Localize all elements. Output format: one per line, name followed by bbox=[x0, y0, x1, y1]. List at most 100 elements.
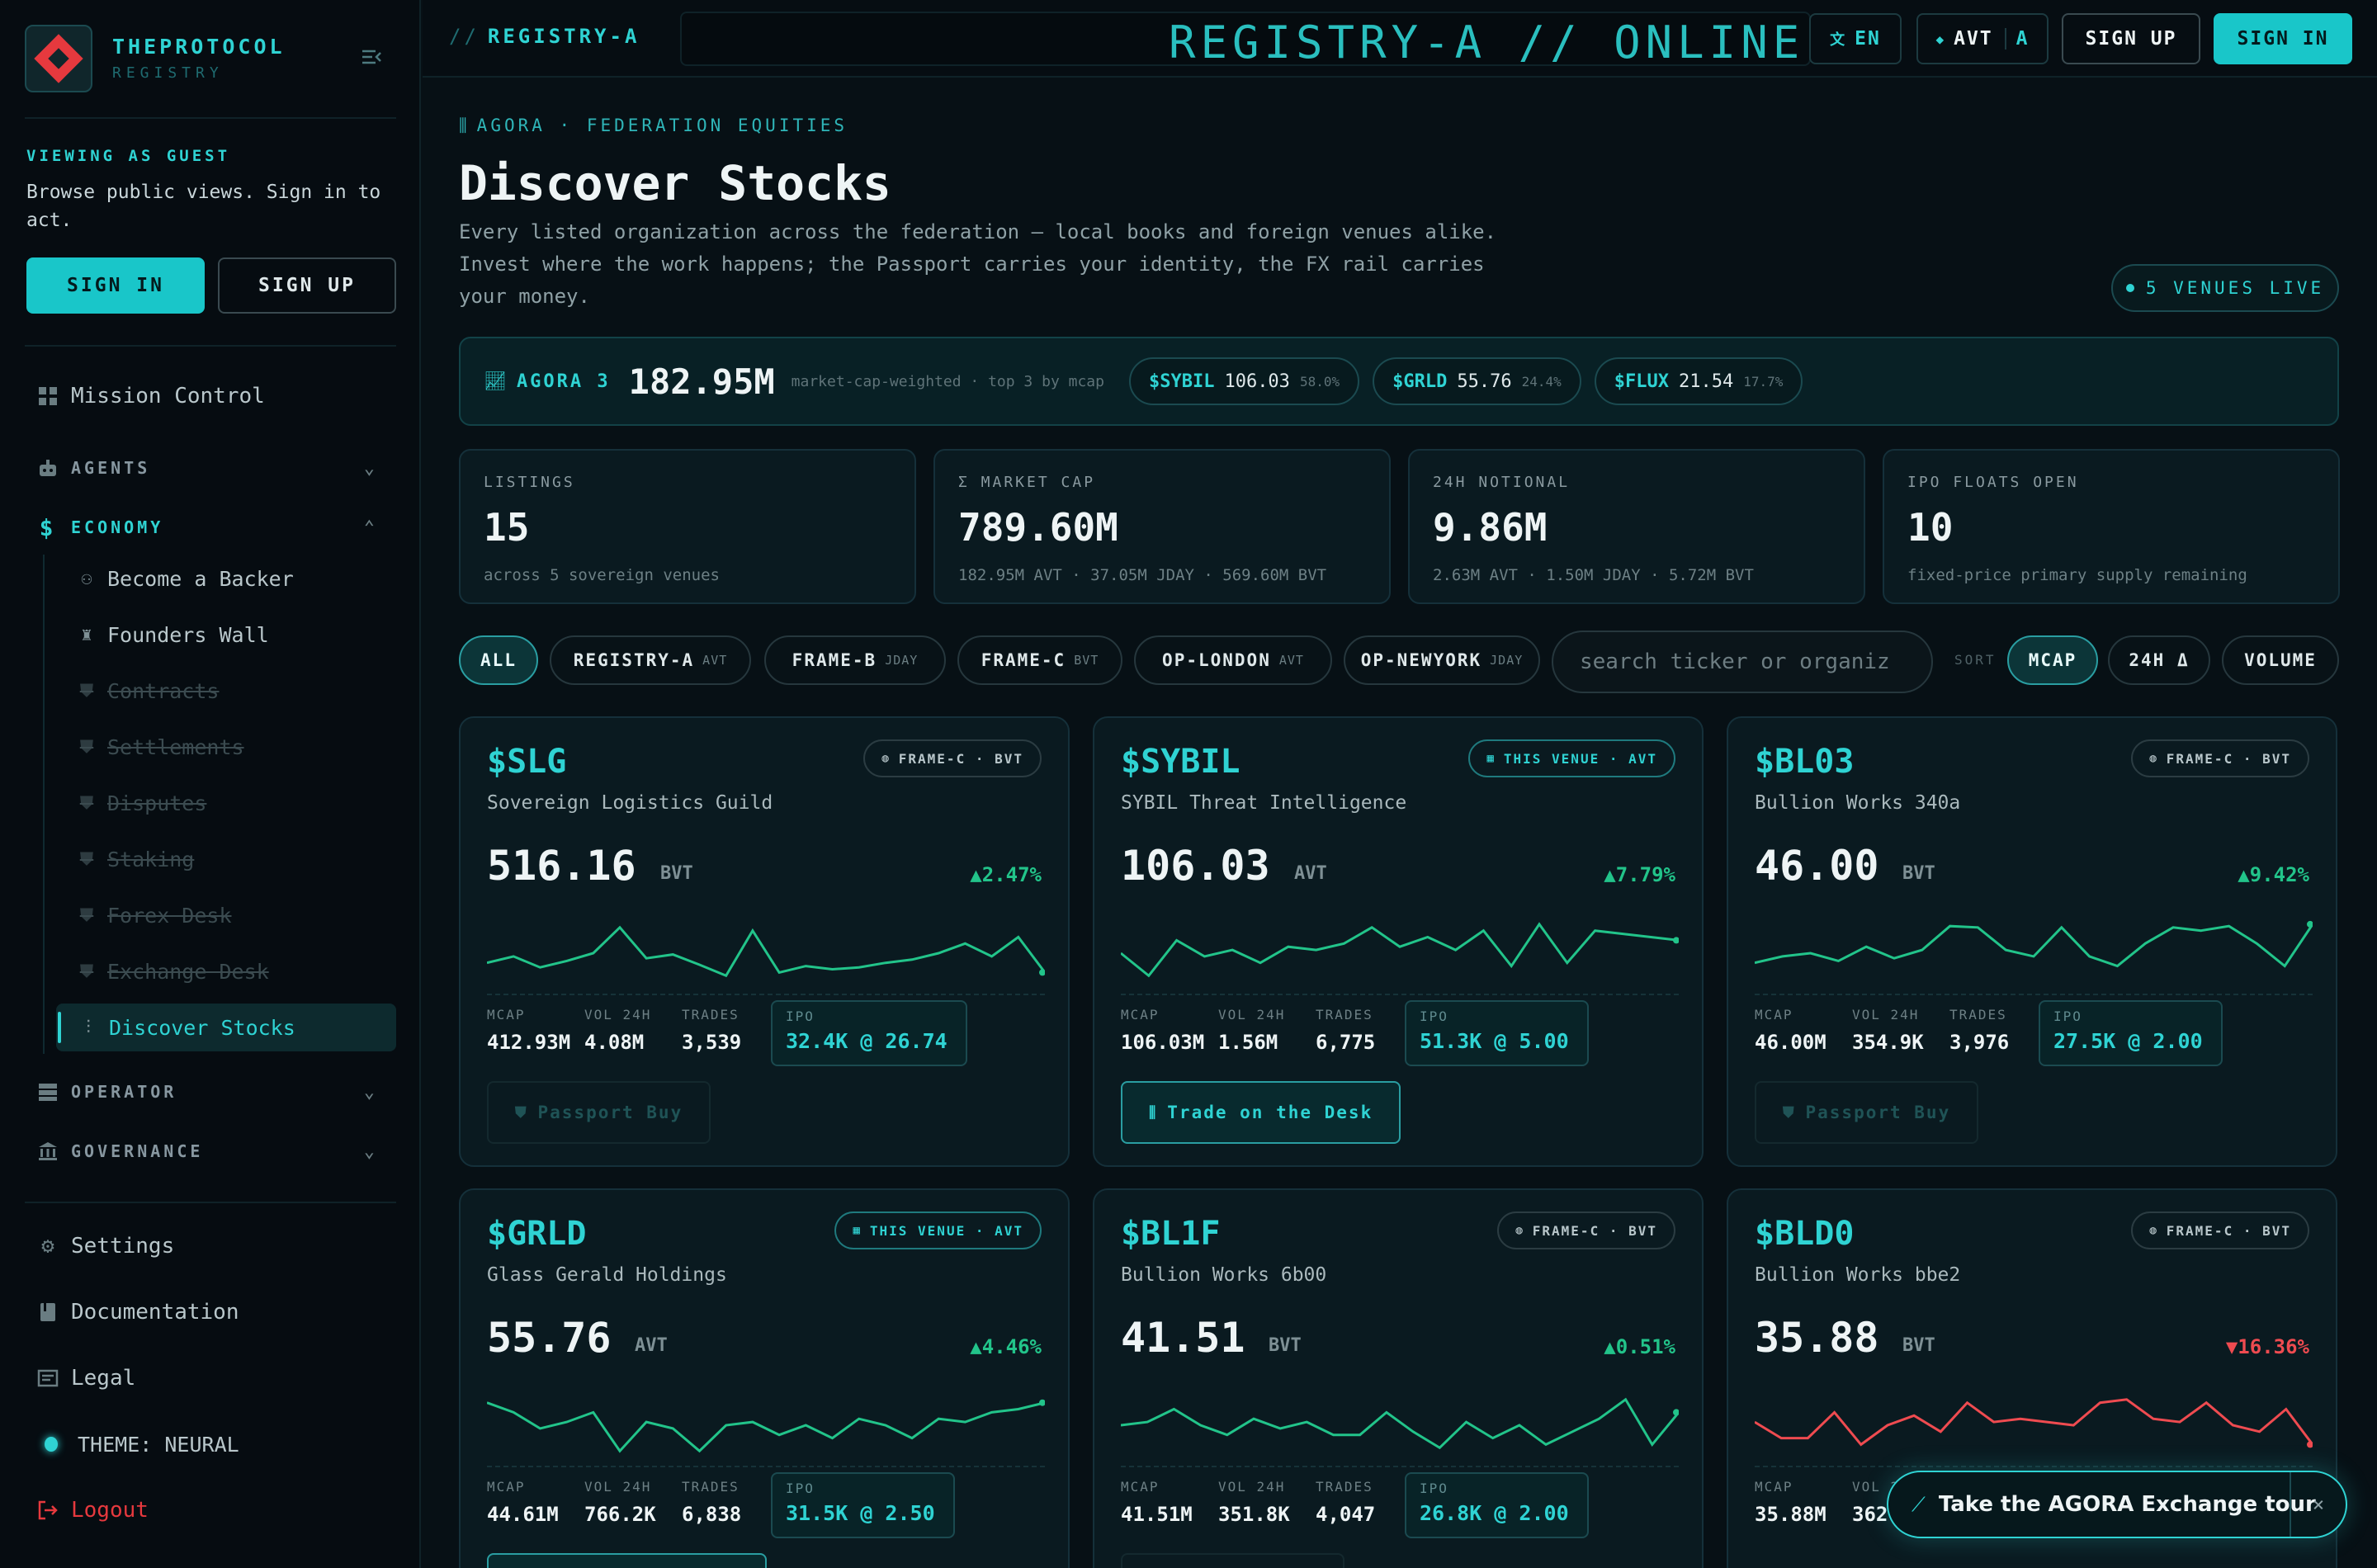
nav-label: Disputes bbox=[107, 791, 207, 815]
trade-desk-button[interactable]: ⫼Trade on the Desk bbox=[487, 1553, 768, 1568]
stock-price: 46.00 bbox=[1755, 842, 1879, 890]
venue-badge: ▦ THIS VENUE · AVT bbox=[834, 1211, 1042, 1249]
stock-card[interactable]: $BL03 ◍ FRAME-C · BVT Bullion Works 340a 46.… bbox=[1727, 716, 2337, 1167]
main-content: ⫼ AGORA · FEDERATION EQUITIES Discover St… bbox=[423, 79, 2377, 1568]
venue-filter-op-london[interactable]: OP-LONDON AVT bbox=[1134, 635, 1332, 685]
metric-volume: VOL 24H 1.56M bbox=[1218, 1007, 1286, 1054]
sparkline-path bbox=[487, 925, 1045, 978]
chevron-down-icon: ⌄ bbox=[363, 457, 378, 479]
index-value: 182.95M bbox=[628, 361, 775, 402]
pill-currency: JDAY bbox=[885, 653, 919, 668]
theme-dot-icon bbox=[25, 1437, 58, 1452]
nav-item-settlements: ⛊ Settlements bbox=[66, 723, 396, 771]
brand[interactable]: THEPROTOCOL REGISTRY bbox=[25, 25, 388, 94]
nav-section-governance[interactable]: GOVERNANCE ⌄ bbox=[25, 1131, 396, 1172]
venue-filter-registry-a[interactable]: REGISTRY-A AVT bbox=[550, 635, 751, 685]
stat-card: LISTINGS 15 across 5 sovereign venues bbox=[459, 449, 916, 604]
nav-section-operator[interactable]: OPERATOR ⌄ bbox=[25, 1071, 396, 1112]
robot-icon bbox=[25, 458, 71, 478]
sort-option[interactable]: VOLUME bbox=[2222, 635, 2339, 685]
language-button[interactable]: 文 EN bbox=[1809, 13, 1902, 64]
chip-weight: 24.4% bbox=[1521, 373, 1562, 390]
nav-legal[interactable]: Legal bbox=[25, 1353, 396, 1403]
shield-icon: ⛊ bbox=[79, 848, 94, 870]
index-note: market-cap-weighted · top 3 by mcap bbox=[791, 372, 1104, 390]
document-icon bbox=[25, 1369, 71, 1387]
sidebar-sign-in-button[interactable]: SIGN IN bbox=[26, 257, 205, 314]
chip-weight: 17.7% bbox=[1743, 373, 1784, 390]
nav-item-founders-wall[interactable]: ♜ Founders Wall bbox=[66, 611, 396, 659]
passport-buy-button: ⛊Passport Buy bbox=[1755, 1081, 1979, 1144]
chip-ticker: $SYBIL bbox=[1148, 371, 1215, 392]
stock-ticker[interactable]: $SYBIL bbox=[1121, 743, 1240, 781]
index-label: AGORA 3 bbox=[516, 371, 611, 392]
nav-item-forex-desk: ⛊ Forex Desk bbox=[66, 891, 396, 939]
stock-card[interactable]: $SLG ◍ FRAME-C · BVT Sovereign Logistics Gu… bbox=[459, 716, 1070, 1167]
metric-mcap: MCAP 35.88M bbox=[1755, 1479, 1826, 1526]
stat-card: Σ MARKET CAP 789.60M 182.95M AVT · 37.05M … bbox=[933, 449, 1391, 604]
price-currency: AVT bbox=[635, 1335, 668, 1356]
nav-label: Mission Control bbox=[71, 384, 265, 409]
stock-ticker[interactable]: $BLD0 bbox=[1755, 1215, 1854, 1253]
metric-volume: VOL 24H 766.2K bbox=[584, 1479, 656, 1526]
pill-label: OP-NEWYORK bbox=[1360, 650, 1482, 670]
passport-buy-button: ⛊Passport Buy bbox=[1121, 1553, 1345, 1568]
venue-filter-frame-c[interactable]: FRAME-C BVT bbox=[957, 635, 1122, 685]
nav-documentation[interactable]: Documentation bbox=[25, 1287, 396, 1337]
stock-ticker[interactable]: $BL03 bbox=[1755, 743, 1854, 781]
filter-bar: ALL REGISTRY-A AVT FRAME-B JDAY FRAME-C BVT OP-… bbox=[459, 631, 2339, 693]
topbar-sign-up-button[interactable]: SIGN UP bbox=[2062, 13, 2200, 64]
stock-card[interactable]: $SYBIL ▦ THIS VENUE · AVT SYBIL Threat Inte… bbox=[1093, 716, 1704, 1167]
chip-ticker: $FLUX bbox=[1614, 371, 1669, 392]
chart-line-icon: 📈︎ bbox=[484, 371, 507, 392]
pill-currency: BVT bbox=[1074, 653, 1099, 668]
translate-icon: 文 bbox=[1830, 31, 1847, 49]
page-title: Discover Stocks bbox=[459, 155, 891, 211]
venue-filter-all[interactable]: ALL bbox=[459, 635, 538, 685]
search-input[interactable]: search ticker or organiz bbox=[1552, 631, 1933, 693]
nav-mission-control[interactable]: Mission Control bbox=[25, 371, 396, 421]
metric-volume: VOL 24H 354.9K bbox=[1852, 1007, 1924, 1054]
nav-item-discover-stocks[interactable]: ⫶ Discover Stocks bbox=[56, 1004, 396, 1051]
nav-settings[interactable]: ⚙ Settings bbox=[25, 1221, 396, 1271]
stock-card[interactable]: $BL1F ◍ FRAME-C · BVT Bullion Works 6b00 41.… bbox=[1093, 1188, 1704, 1568]
breadcrumb: //REGISTRY-A bbox=[449, 25, 640, 48]
stock-ticker[interactable]: $SLG bbox=[487, 743, 566, 781]
nav-item-become-a-backer[interactable]: ⚇ Become a Backer bbox=[66, 555, 396, 602]
nav-section-economy[interactable]: $ ECONOMY ⌃ bbox=[25, 507, 396, 548]
sort-option[interactable]: 24H Δ bbox=[2108, 635, 2210, 685]
stock-ticker[interactable]: $BL1F bbox=[1121, 1215, 1220, 1253]
nav-section-label: AGENTS bbox=[71, 458, 151, 478]
stat-value: 10 bbox=[1907, 505, 1954, 550]
stock-ticker[interactable]: $GRLD bbox=[487, 1215, 586, 1253]
theme-toggle[interactable]: THEME: NEURAL bbox=[25, 1419, 396, 1469]
collapse-sidebar-icon[interactable] bbox=[359, 45, 389, 74]
sort-label: SORT bbox=[1954, 652, 1997, 668]
backer-icon: ⚇ bbox=[81, 568, 92, 589]
nav-section-agents[interactable]: AGENTS ⌄ bbox=[25, 447, 396, 489]
close-tour-button[interactable]: × bbox=[2290, 1472, 2346, 1537]
stat-card: 24H NOTIONAL 9.86M 2.63M AVT · 1.50M JDAY … bbox=[1408, 449, 1865, 604]
stock-card[interactable]: $GRLD ▦ THIS VENUE · AVT Glass Gerald Holdi… bbox=[459, 1188, 1070, 1568]
organization-name: SYBIL Threat Intelligence bbox=[1121, 792, 1407, 814]
venue-filter-frame-b[interactable]: FRAME-B JDAY bbox=[764, 635, 946, 685]
nav-logout[interactable]: Logout bbox=[25, 1485, 396, 1535]
venue-badge: ◍ FRAME-C · BVT bbox=[2131, 739, 2309, 777]
building-icon: ▦ bbox=[853, 1224, 862, 1237]
currency-selector[interactable]: ◆ AVT A bbox=[1916, 13, 2049, 64]
page-eyebrow: ⫼ AGORA · FEDERATION EQUITIES bbox=[459, 116, 848, 135]
nav-label: Documentation bbox=[71, 1300, 239, 1325]
topbar: //REGISTRY-A REGISTRY-A // ONLINE 文 EN ◆… bbox=[423, 0, 2377, 78]
trade-desk-button[interactable]: ⫼Trade on the Desk bbox=[1121, 1081, 1401, 1144]
topbar-sign-in-button[interactable]: SIGN IN bbox=[2214, 13, 2352, 64]
metric-trades: TRADES 6,775 bbox=[1316, 1007, 1376, 1054]
index-constituent-chip[interactable]: $GRLD 55.76 24.4% bbox=[1373, 357, 1581, 405]
sidebar-sign-up-button[interactable]: SIGN UP bbox=[218, 257, 396, 314]
sort-option[interactable]: MCAP bbox=[2007, 635, 2098, 685]
nav-label: Forex Desk bbox=[107, 903, 232, 928]
venue-filter-op-newyork[interactable]: OP-NEWYORK JDAY bbox=[1344, 635, 1540, 685]
index-constituent-chip[interactable]: $FLUX 21.54 17.7% bbox=[1594, 357, 1803, 405]
nav-label: Logout bbox=[71, 1498, 149, 1523]
index-constituent-chip[interactable]: $SYBIL 106.03 58.0% bbox=[1128, 357, 1360, 405]
exchange-tour-banner[interactable]: ⟋ Take the AGORA Exchange tour × bbox=[1887, 1471, 2347, 1538]
